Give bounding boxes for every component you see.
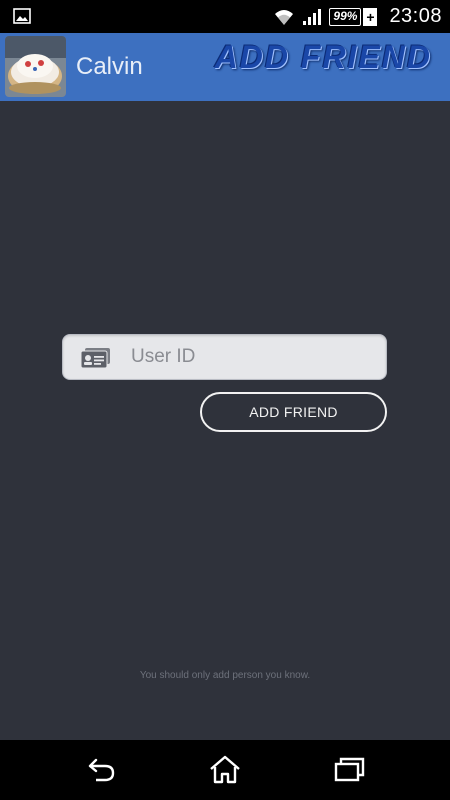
page-title: ADD FRIEND — [214, 39, 432, 75]
status-right: 99% + 23:08 — [273, 0, 442, 33]
user-id-input[interactable] — [129, 335, 379, 379]
add-friend-button[interactable]: ADD FRIEND — [200, 392, 387, 432]
image-icon — [13, 8, 31, 24]
id-card-icon — [81, 348, 110, 368]
charging-icon: + — [363, 7, 378, 26]
app-bar: Calvin ADD FRIEND — [0, 33, 450, 101]
battery-level: 99% — [329, 7, 362, 26]
status-bar: 99% + 23:08 — [0, 0, 450, 33]
wifi-icon — [275, 9, 294, 25]
home-icon[interactable] — [208, 754, 242, 786]
main-content: ADD FRIEND You should only add person yo… — [0, 101, 450, 740]
avatar[interactable] — [5, 36, 66, 97]
hint-text: You should only add person you know. — [139, 670, 311, 681]
recent-apps-icon[interactable] — [333, 754, 367, 786]
navigation-bar — [0, 740, 450, 800]
back-icon[interactable] — [84, 754, 118, 786]
user-id-field[interactable] — [62, 334, 387, 380]
status-time: 23:08 — [389, 5, 442, 27]
avatar-photo — [5, 36, 66, 97]
signal-icon — [303, 8, 322, 25]
battery-indicator: 99% + — [329, 7, 378, 26]
user-name: Calvin — [76, 53, 143, 80]
